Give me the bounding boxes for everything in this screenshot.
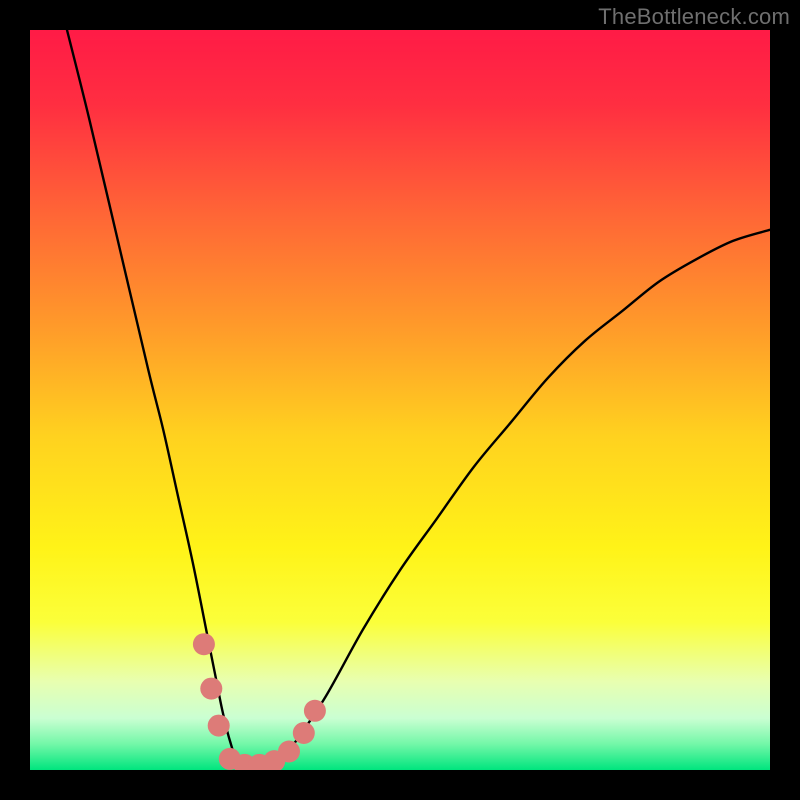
gradient-rect <box>30 30 770 770</box>
marker-dot <box>200 678 222 700</box>
marker-dot <box>208 715 230 737</box>
plot-area <box>30 30 770 770</box>
marker-dot <box>304 700 326 722</box>
outer-frame: TheBottleneck.com <box>0 0 800 800</box>
marker-dot <box>193 633 215 655</box>
marker-dot <box>278 741 300 763</box>
chart-svg <box>30 30 770 770</box>
watermark-text: TheBottleneck.com <box>598 4 790 30</box>
marker-dot <box>293 722 315 744</box>
